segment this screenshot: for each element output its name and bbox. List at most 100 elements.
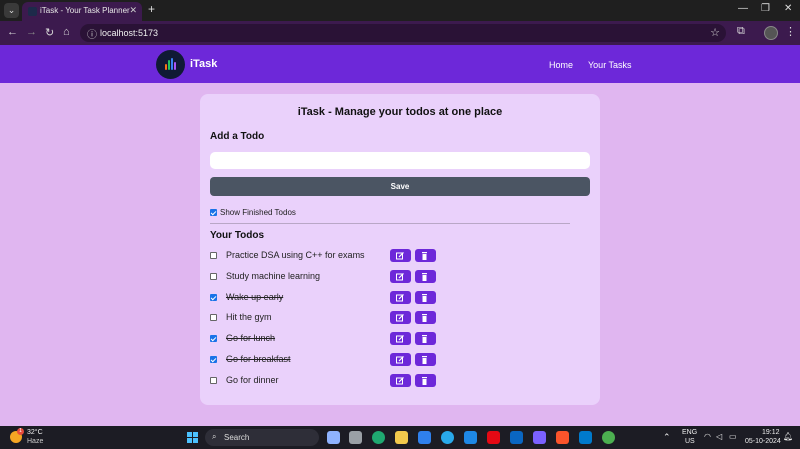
tab-search-button[interactable]: ⌄: [4, 3, 19, 18]
edit-button[interactable]: [390, 332, 411, 346]
todo-item: Study machine learning: [210, 269, 590, 285]
telegram-icon[interactable]: [441, 431, 454, 444]
extensions-icon[interactable]: ⧉: [737, 25, 745, 38]
netflix-icon[interactable]: [487, 431, 500, 444]
show-finished-checkbox[interactable]: [210, 209, 217, 216]
battery-icon[interactable]: ▭: [729, 432, 737, 441]
start-menu-icon[interactable]: [187, 432, 198, 443]
divider: [210, 223, 570, 224]
edit-button[interactable]: [390, 353, 411, 366]
todo-item: Go for lunch: [210, 331, 590, 347]
save-button[interactable]: Save: [210, 177, 590, 196]
brave-icon[interactable]: [556, 431, 569, 444]
store-icon[interactable]: [418, 431, 431, 444]
volume-icon[interactable]: ◁: [716, 432, 722, 441]
add-todo-heading: Add a Todo: [210, 131, 265, 142]
close-window-icon[interactable]: ✕: [784, 3, 792, 14]
tray-overflow-icon[interactable]: ⌃: [663, 432, 671, 443]
todo-item: Practice DSA using C++ for exams: [210, 248, 590, 264]
back-icon[interactable]: ←: [7, 26, 18, 38]
browser-toolbar: ← → ↻ ⌂ ⓘ localhost:5173 ☆ ⧉ ⋮: [0, 21, 800, 45]
delete-button[interactable]: [415, 269, 436, 283]
os-taskbar: 1 32°C Haze ⌕ Search ⌃ ENG US ◠ ◁ ▭ 19:1…: [0, 426, 800, 449]
todo-checkbox[interactable]: [210, 272, 217, 280]
todo-text: Study machine learning: [226, 270, 321, 281]
taskbar-search-label: Search: [224, 433, 250, 442]
nav-link-your-tasks[interactable]: Your Tasks: [588, 60, 632, 70]
brand-name: iTask: [190, 58, 218, 70]
vscode-icon[interactable]: [579, 431, 592, 444]
taskbar-search[interactable]: ⌕ Search: [205, 429, 319, 446]
todo-item: Hit the gym: [210, 310, 590, 326]
task-view-icon[interactable]: [349, 431, 362, 444]
your-todos-heading: Your Todos: [210, 230, 265, 241]
delete-button[interactable]: [415, 249, 436, 262]
media-player-icon[interactable]: [533, 431, 546, 444]
todo-checkbox[interactable]: [210, 293, 217, 301]
region-indicator[interactable]: US: [685, 438, 695, 445]
profile-avatar[interactable]: [764, 26, 778, 40]
delete-button[interactable]: [415, 373, 436, 387]
edge-icon[interactable]: [372, 431, 385, 444]
clock-time[interactable]: 19:12: [762, 429, 780, 436]
todo-input[interactable]: [210, 152, 590, 169]
browser-tab[interactable]: iTask - Your Task Planner ✕: [22, 2, 142, 21]
todo-checkbox[interactable]: [210, 356, 217, 363]
todo-checkbox[interactable]: [210, 314, 217, 322]
todo-checkbox[interactable]: [210, 376, 217, 384]
show-finished-label: Show Finished Todos: [220, 208, 296, 217]
minimize-icon[interactable]: —: [738, 3, 748, 14]
site-info-icon[interactable]: ⓘ: [87, 26, 97, 41]
edit-button[interactable]: [390, 373, 411, 387]
tab-close-icon[interactable]: ✕: [129, 5, 137, 16]
todo-text: Go for breakfast: [226, 354, 291, 364]
language-indicator[interactable]: ENG: [682, 429, 697, 436]
tab-favicon-icon: [28, 7, 37, 16]
monitor-icon[interactable]: [464, 431, 477, 444]
edit-button[interactable]: [390, 269, 411, 283]
todo-checkbox[interactable]: [210, 252, 217, 259]
browser-tabstrip: ⌄ iTask - Your Task Planner ✕ + — ❐ ✕: [0, 0, 800, 21]
wifi-icon[interactable]: ◠: [704, 432, 711, 441]
todo-text: Wake up early: [226, 291, 284, 302]
todo-text: Go for dinner: [226, 374, 279, 385]
search-icon: ⌕: [212, 432, 217, 441]
edit-button[interactable]: [390, 249, 411, 262]
new-tab-icon[interactable]: +: [148, 2, 155, 16]
weather-temperature[interactable]: 32°C: [27, 429, 43, 436]
notification-bell-icon[interactable]: 🔔︎: [783, 432, 793, 441]
home-icon[interactable]: ⌂: [63, 26, 70, 38]
todo-card: iTask - Manage your todos at one place A…: [200, 94, 600, 405]
todo-text: Hit the gym: [226, 312, 272, 323]
todo-item: Wake up early: [210, 290, 590, 306]
address-url: localhost:5173: [100, 28, 159, 38]
browser-menu-icon[interactable]: ⋮: [785, 25, 796, 38]
todo-text: Go for lunch: [226, 333, 276, 344]
app-navbar: iTask Home Your Tasks: [0, 45, 800, 83]
todo-text: Practice DSA using C++ for exams: [226, 250, 365, 260]
logo-icon: [165, 58, 176, 70]
address-bar[interactable]: ⓘ localhost:5173 ☆: [80, 24, 726, 42]
copilot-icon[interactable]: [327, 431, 340, 444]
todo-item: Go for dinner: [210, 373, 590, 389]
delete-button[interactable]: [415, 332, 436, 346]
nav-link-home[interactable]: Home: [549, 60, 573, 70]
outlook-icon[interactable]: [510, 431, 523, 444]
edit-button[interactable]: [390, 311, 411, 325]
todo-item: Go for breakfast: [210, 352, 590, 368]
restore-icon[interactable]: ❐: [761, 3, 770, 14]
delete-button[interactable]: [415, 353, 436, 366]
chrome-icon[interactable]: [602, 431, 615, 444]
file-explorer-icon[interactable]: [395, 431, 408, 444]
page-title: iTask - Manage your todos at one place: [297, 106, 503, 118]
delete-button[interactable]: [415, 290, 436, 304]
weather-description[interactable]: Haze: [27, 438, 43, 445]
edit-button[interactable]: [390, 290, 411, 304]
logo: [156, 50, 185, 79]
delete-button[interactable]: [415, 311, 436, 325]
bookmark-star-icon[interactable]: ☆: [710, 26, 720, 39]
forward-icon[interactable]: →: [26, 26, 37, 38]
reload-icon[interactable]: ↻: [45, 26, 54, 39]
clock-date[interactable]: 05-10-2024: [745, 438, 781, 445]
todo-checkbox[interactable]: [210, 335, 217, 343]
